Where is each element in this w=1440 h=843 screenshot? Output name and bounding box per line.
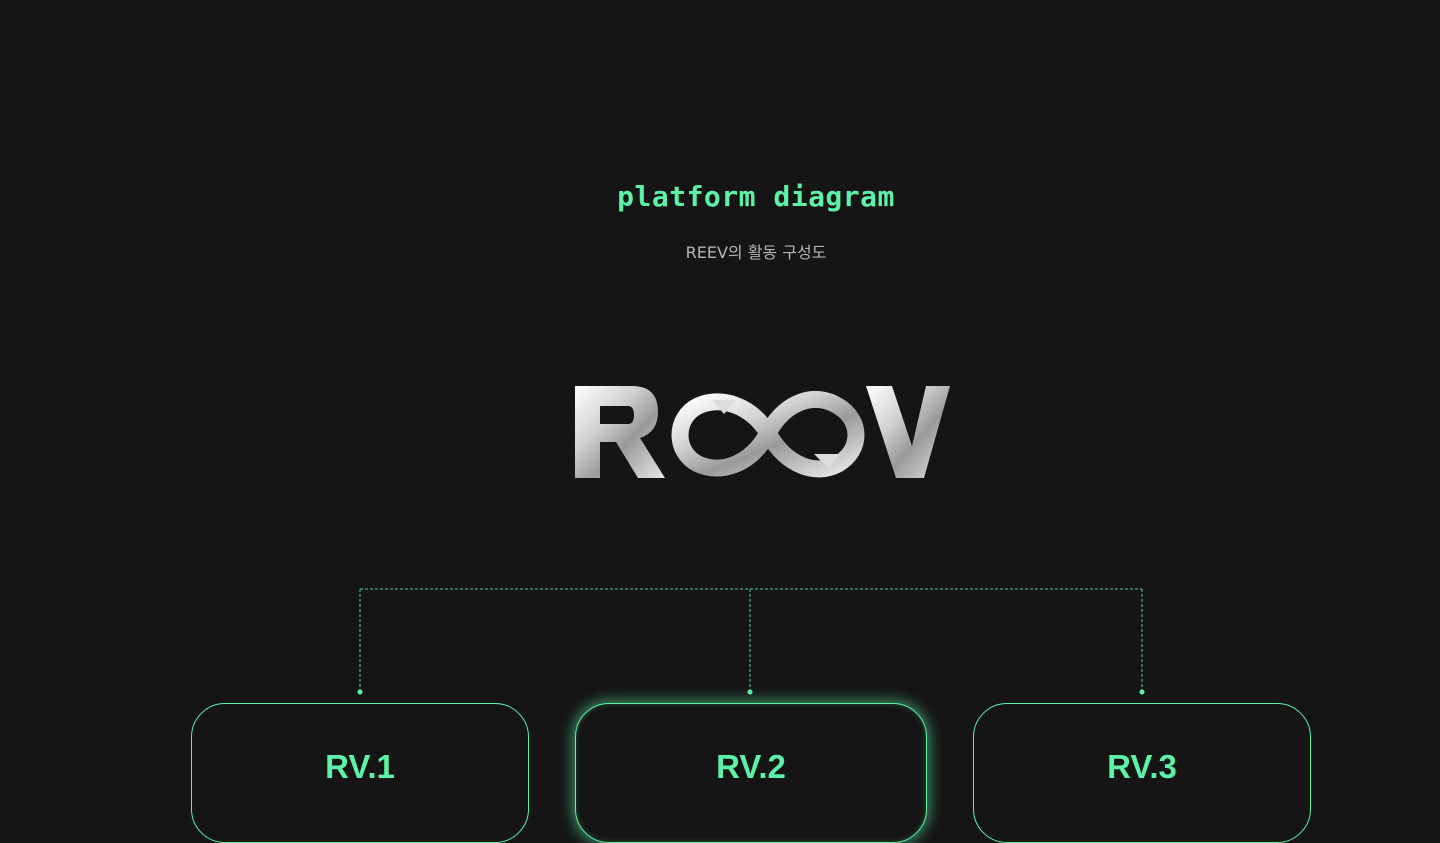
node-label: RV.2 [716, 748, 786, 785]
section-title: platform diagram [617, 180, 895, 213]
connector-dot-2 [747, 689, 753, 695]
section-subtitle: REEV의 활동 구성도 [685, 243, 827, 262]
node-card-rv3[interactable]: RV.3 [973, 703, 1311, 843]
connector-dot-3 [1139, 689, 1145, 695]
node-label: RV.3 [1107, 748, 1177, 785]
node-card-rv2[interactable]: RV.2 [575, 703, 927, 843]
logo-letter-r [575, 386, 665, 478]
reev-logo [575, 386, 950, 478]
connector-dot-1 [357, 689, 363, 695]
logo-letter-v [866, 386, 950, 478]
node-card-rv1[interactable]: RV.1 [191, 703, 529, 843]
node-label: RV.1 [325, 748, 395, 785]
